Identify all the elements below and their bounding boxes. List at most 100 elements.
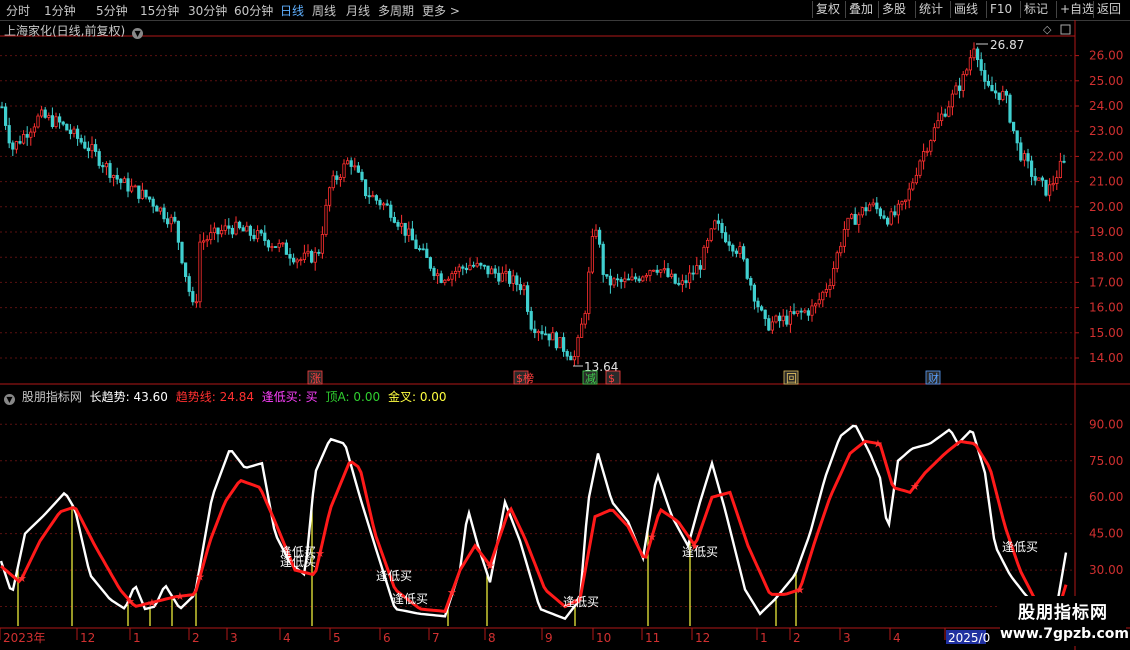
price-panel-header: 上海家化(日线,前复权) ▼: [4, 22, 146, 39]
candle-body: [79, 138, 83, 143]
candle-body: [727, 241, 731, 246]
price-tick-label: 16.00: [1089, 301, 1123, 315]
candle-body: [529, 311, 533, 330]
candle-body: [432, 267, 436, 277]
candle-body: [83, 141, 87, 149]
candle-body: [691, 272, 695, 275]
candle-body: [252, 234, 256, 240]
candle-body: [1030, 160, 1034, 177]
long-trend-label: 长趋势:: [89, 390, 130, 404]
candle-body: [313, 251, 317, 263]
candle-body: [295, 259, 299, 263]
candle-body: [11, 142, 15, 150]
chevron-down-icon[interactable]: ▼: [132, 28, 144, 39]
candle-body: [493, 268, 497, 274]
candle-body: [839, 245, 843, 254]
candle-body: [335, 175, 339, 180]
candle-body: [526, 285, 530, 312]
candle-body: [21, 134, 26, 144]
candle-body: [255, 230, 260, 240]
candle-body: [234, 221, 238, 235]
candle-body: [338, 177, 343, 180]
long-trend-value: 43.60: [133, 390, 168, 404]
indicator-tick-label: 90.00: [1089, 417, 1123, 431]
buy-marker: ★: [910, 480, 920, 493]
candle-body: [745, 258, 749, 279]
candle-body: [832, 268, 836, 286]
candle-body: [389, 204, 393, 218]
price-tick-label: 15.00: [1089, 326, 1123, 340]
candle-body: [464, 267, 469, 271]
candle-body: [155, 205, 159, 212]
candle-body: [547, 333, 551, 341]
candle-body: [882, 215, 886, 219]
candle-body: [925, 150, 929, 153]
date-label: 10: [596, 631, 611, 645]
candle-body: [435, 273, 440, 277]
candle-body: [482, 264, 487, 267]
candle-body: [1062, 160, 1066, 163]
candle-body: [576, 337, 580, 357]
candle-body: [842, 229, 847, 247]
candle-body: [86, 147, 90, 152]
candle-body: [180, 241, 184, 264]
candle-body: [115, 175, 119, 180]
candle-body: [245, 225, 249, 232]
candle-body: [900, 201, 904, 205]
candle-body: [763, 309, 767, 320]
top-a-label: 顶A:: [325, 390, 350, 404]
event-tag: 财: [928, 371, 939, 385]
candle-body: [788, 311, 793, 325]
candle-body: [911, 182, 915, 190]
date-label: 2: [793, 631, 801, 645]
candle-body: [288, 254, 292, 259]
high-price-label: 26.87: [990, 38, 1024, 52]
candle-body: [929, 140, 933, 152]
candle-body: [68, 129, 72, 134]
event-tag: $: [608, 372, 615, 385]
candle-body: [958, 85, 962, 91]
candle-body: [151, 198, 155, 207]
candle-body: [497, 272, 501, 282]
candle-body: [896, 203, 901, 216]
candle-body: [1033, 176, 1037, 181]
candle-body: [626, 278, 631, 281]
date-label: 2023年: [3, 631, 46, 645]
candle-body: [108, 163, 112, 178]
candle-body: [1051, 183, 1055, 186]
date-label: 12: [80, 631, 95, 645]
candle-body: [486, 265, 490, 275]
date-label: 11: [645, 631, 660, 645]
candle-body: [367, 195, 371, 198]
candle-body: [191, 291, 195, 303]
candle-body: [126, 178, 130, 192]
candle-body: [968, 57, 973, 71]
chart-canvas[interactable]: 26.0025.0024.0023.0022.0021.0020.0019.00…: [0, 0, 1130, 650]
candle-body: [583, 313, 587, 325]
candle-body: [403, 222, 407, 236]
chevron-down-icon[interactable]: ▼: [4, 394, 15, 405]
panel-max-icon: [1060, 24, 1071, 35]
candle-body: [760, 306, 764, 311]
candle-body: [630, 276, 634, 281]
candle-body: [1055, 177, 1059, 184]
stock-title: 上海家化(日线,前复权): [4, 24, 126, 38]
candle-body: [893, 211, 897, 216]
buy-marker: ★: [147, 596, 157, 609]
candle-body: [0, 106, 4, 109]
candle-body: [601, 243, 605, 275]
candle-body: [1008, 94, 1012, 123]
candle-body: [119, 178, 123, 183]
candle-body: [439, 273, 443, 283]
candle-body: [399, 222, 404, 227]
candle-body: [1012, 121, 1016, 132]
candle-body: [47, 115, 51, 118]
candle-body: [158, 207, 162, 212]
candle-body: [983, 70, 987, 82]
candle-body: [623, 278, 627, 282]
date-label: 12: [695, 631, 710, 645]
indicator-tick-label: 75.00: [1089, 454, 1123, 468]
low-buy-annotation: 逢低买: [392, 592, 428, 606]
candle-body: [785, 315, 789, 325]
candle-body: [284, 242, 289, 255]
